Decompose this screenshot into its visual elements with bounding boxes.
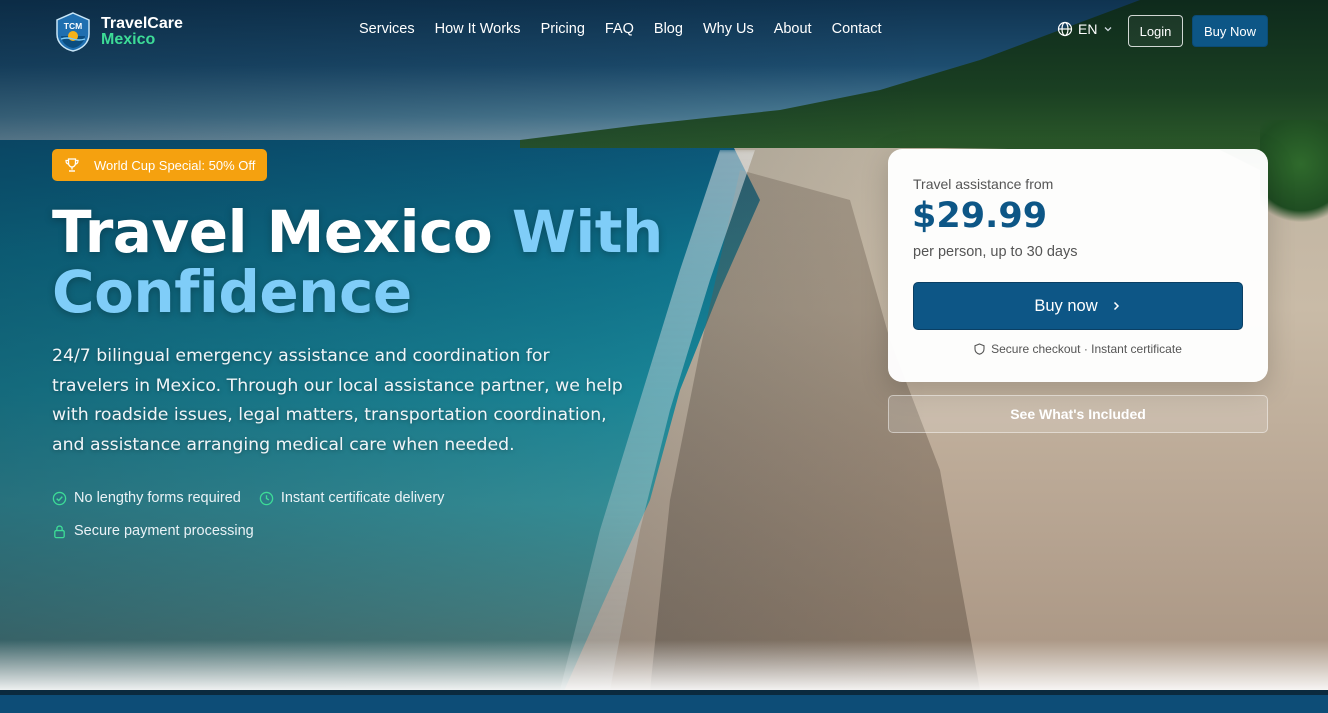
- nav-link-how-it-works[interactable]: How It Works: [435, 21, 521, 37]
- price-value: $29.99: [912, 196, 1048, 236]
- chevron-down-icon: [1104, 27, 1112, 32]
- feature-label: No lengthy forms required: [74, 490, 241, 506]
- secure-checkout-note: Secure checkout · Instant certificate: [888, 342, 1268, 356]
- check-circle-icon: [52, 491, 67, 505]
- chevron-right-icon: [1113, 301, 1119, 311]
- login-button[interactable]: Login: [1128, 15, 1183, 47]
- feature-label: Secure payment processing: [74, 523, 254, 539]
- feature-no-forms: No lengthy forms required: [52, 490, 241, 506]
- secure-checkout-label: Secure checkout · Instant certificate: [991, 342, 1182, 356]
- price-from-label: Travel assistance from: [913, 176, 1054, 192]
- language-selector[interactable]: EN: [1057, 21, 1114, 37]
- clock-icon: [259, 491, 274, 505]
- nav-link-contact[interactable]: Contact: [832, 21, 882, 37]
- hero-description: 24/7 bilingual emergency assistance and …: [52, 346, 623, 455]
- promo-badge[interactable]: World Cup Special: 50% Off: [52, 149, 268, 181]
- globe-icon: [1057, 21, 1073, 37]
- brand-country: Mexico: [101, 31, 156, 48]
- promo-label: World Cup Special: 50% Off: [94, 157, 256, 173]
- site-logo[interactable]: TCM TravelCare Mexico: [55, 12, 183, 52]
- shield-icon: [974, 343, 985, 355]
- logo-badge-text: TCM: [64, 21, 82, 31]
- shield-logo-icon: TCM: [56, 12, 90, 52]
- buy-now-label: Buy now: [1034, 296, 1098, 315]
- next-section-bar: [0, 695, 1328, 713]
- feature-instant-certificate: Instant certificate delivery: [259, 490, 445, 506]
- price-period: per person, up to 30 days: [913, 244, 1078, 260]
- nav-link-why-us[interactable]: Why Us: [703, 21, 754, 37]
- bottom-fade: [0, 640, 1328, 690]
- pricing-card: Travel assistance from $29.99 per person…: [888, 149, 1268, 382]
- nav-link-services[interactable]: Services: [359, 21, 415, 37]
- buy-now-header-button[interactable]: Buy Now: [1192, 15, 1268, 47]
- feature-list: No lengthy forms required Instant certif…: [52, 490, 612, 556]
- lock-icon: [54, 524, 65, 538]
- nav-link-pricing[interactable]: Pricing: [541, 21, 585, 37]
- language-code: EN: [1078, 21, 1098, 37]
- trophy-icon: [65, 158, 79, 172]
- hero-title: Travel Mexico With Confidence: [52, 202, 692, 322]
- brand-name: TravelCare: [101, 15, 183, 32]
- see-whats-included-button[interactable]: See What's Included: [888, 395, 1268, 433]
- nav-link-blog[interactable]: Blog: [654, 21, 683, 37]
- buy-now-button[interactable]: Buy now: [913, 282, 1243, 330]
- feature-secure-payment: Secure payment processing: [52, 523, 254, 539]
- feature-label: Instant certificate delivery: [280, 490, 445, 506]
- main-nav: Services How It Works Pricing FAQ Blog W…: [359, 21, 882, 37]
- hero-title-main: Travel Mexico: [52, 198, 512, 266]
- nav-link-faq[interactable]: FAQ: [605, 21, 634, 37]
- nav-link-about[interactable]: About: [774, 21, 812, 37]
